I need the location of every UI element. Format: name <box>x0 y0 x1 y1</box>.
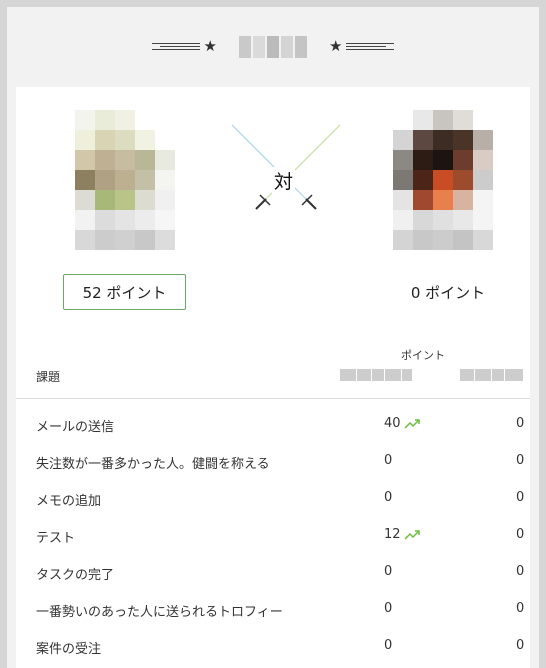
star-icon: ★ <box>203 37 217 55</box>
task-name: メールの送信 <box>36 420 115 435</box>
player1-points-value: 40 <box>384 416 401 431</box>
player1-points-value: 0 <box>384 638 393 653</box>
task-name: タスクの完了 <box>36 568 115 583</box>
player2-task-points: 0 <box>516 601 525 616</box>
player2-task-points: 0 <box>516 638 525 653</box>
player1-points-value: 0 <box>384 490 393 505</box>
header-decoration-right: ★ <box>329 37 395 55</box>
trending-up-icon <box>404 529 420 540</box>
versus-label: 対 <box>272 167 296 194</box>
player2-task-points: 0 <box>516 416 525 431</box>
player2-name-pixelated <box>460 369 523 381</box>
trending-up-icon <box>404 418 420 429</box>
player2-avatar <box>393 110 493 250</box>
player1-points-value: 0 <box>384 564 393 579</box>
header-decoration-left: ★ <box>151 37 217 55</box>
player2-task-points: 0 <box>516 527 525 542</box>
player2-task-points: 0 <box>516 453 525 468</box>
player1-task-points: 0 <box>384 453 434 468</box>
player2-task-points: 0 <box>516 564 525 579</box>
star-icon: ★ <box>329 37 343 55</box>
task-name: メモの追加 <box>36 494 102 509</box>
scoreboard-card: 対 52 ポイント 0 ポイント ポイント 課題 メールの送信 40 0 失注数が一番… <box>16 87 530 668</box>
player1-points-value: 0 <box>384 601 393 616</box>
player1-task-points: 0 <box>384 601 434 616</box>
player1-points-value: 12 <box>384 527 401 542</box>
player1-points-value: 0 <box>384 453 393 468</box>
header-divider <box>16 398 530 399</box>
points-column-header: ポイント <box>401 349 445 362</box>
competition-title-pixelated <box>239 35 307 58</box>
competition-panel: ★ ★ 対 52 ポイント 0 ポイント ポイント 課題 メールの送信 40 0… <box>7 7 539 668</box>
competition-header: ★ ★ <box>7 7 539 86</box>
player1-avatar <box>75 110 175 250</box>
player1-task-points: 0 <box>384 638 434 653</box>
table-row: メールの送信 40 0 <box>16 406 530 443</box>
header-lines-left <box>151 43 200 50</box>
task-name: 案件の受注 <box>36 642 102 657</box>
player2-task-points: 0 <box>516 490 525 505</box>
task-name: テスト <box>36 531 76 546</box>
player1-task-points: 0 <box>384 490 434 505</box>
table-row: テスト 12 0 <box>16 517 530 554</box>
task-name: 失注数が一番多かった人。健闘を称える <box>36 457 270 472</box>
task-name: 一番勢いのあった人に送られるトロフィー <box>36 605 283 620</box>
player2-points: 0 ポイント <box>410 283 486 302</box>
player1-task-points: 12 <box>384 527 434 542</box>
table-row: タスクの完了 0 0 <box>16 554 530 591</box>
header-lines-right <box>346 43 395 50</box>
player1-task-points: 0 <box>384 564 434 579</box>
table-row: 案件の受注 0 0 <box>16 628 530 665</box>
task-column-header: 課題 <box>36 370 61 384</box>
player1-task-points: 40 <box>384 416 434 431</box>
player1-points: 52 ポイント <box>63 274 186 310</box>
table-row: メモの追加 0 0 <box>16 480 530 517</box>
player1-name-pixelated <box>340 369 412 381</box>
table-row: 一番勢いのあった人に送られるトロフィー 0 0 <box>16 591 530 628</box>
table-row: 失注数が一番多かった人。健闘を称える 0 0 <box>16 443 530 480</box>
